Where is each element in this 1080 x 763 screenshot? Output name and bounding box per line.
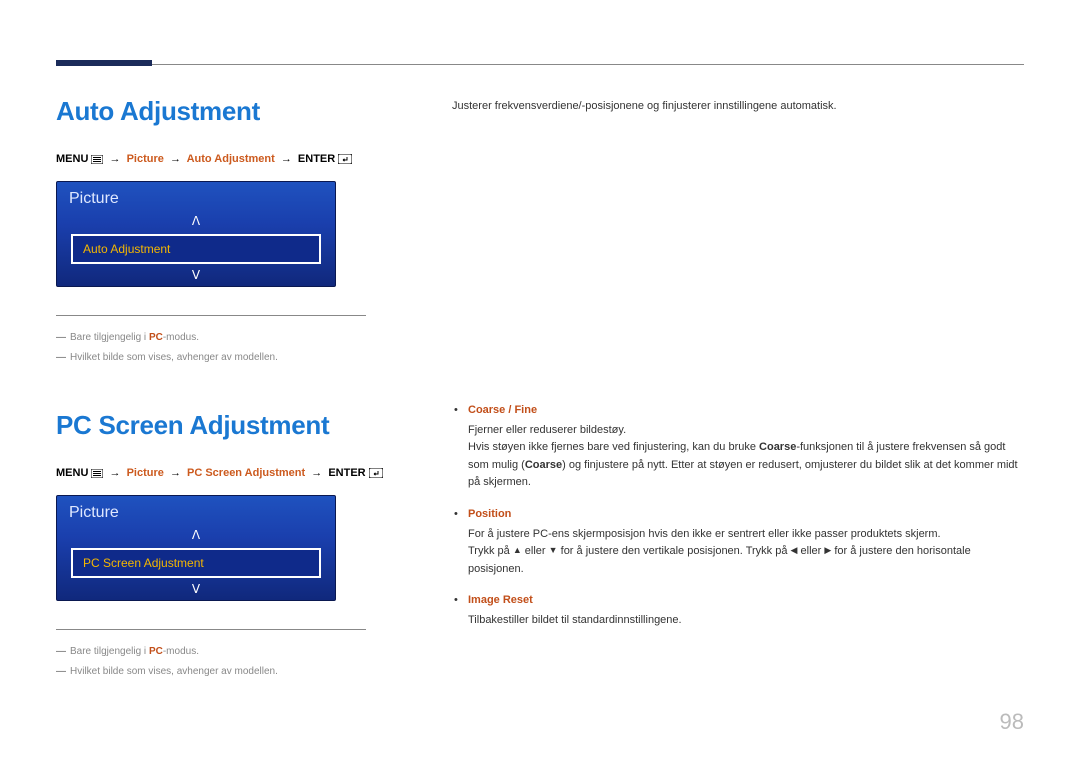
breadcrumb-auto-adjustment: MENU → Picture → Auto Adjustment → ENTER bbox=[56, 153, 426, 167]
right-arrow-icon: ▶ bbox=[824, 543, 831, 557]
page-top-rule bbox=[56, 64, 1024, 65]
breadcrumb-auto-adj: Auto Adjustment bbox=[187, 153, 275, 165]
osd-title: Picture bbox=[57, 496, 335, 526]
footnote-pc-mode: ―Bare tilgjengelig i PC-modus. bbox=[56, 328, 366, 348]
osd-down-icon[interactable]: ᐯ bbox=[57, 266, 335, 286]
osd-down-icon[interactable]: ᐯ bbox=[57, 580, 335, 600]
breadcrumb-enter: ENTER bbox=[298, 153, 335, 165]
osd-up-icon[interactable]: ᐱ bbox=[57, 526, 335, 546]
breadcrumb-arrow: → bbox=[107, 153, 124, 165]
breadcrumb-arrow: → bbox=[107, 467, 124, 479]
footnote-model: ―Hvilket bilde som vises, avhenger av mo… bbox=[56, 662, 366, 682]
breadcrumb-menu: MENU bbox=[56, 153, 88, 165]
menu-icon bbox=[91, 155, 103, 167]
bullet-title: Image Reset bbox=[468, 594, 533, 606]
osd-up-icon[interactable]: ᐱ bbox=[57, 212, 335, 232]
breadcrumb-pc-screen: MENU → Picture → PC Screen Adjustment → … bbox=[56, 467, 426, 481]
breadcrumb-arrow: → bbox=[278, 153, 295, 165]
bullet-list: Coarse / Fine Fjerner eller reduserer bi… bbox=[452, 402, 1022, 630]
bullet-coarse-fine: Coarse / Fine Fjerner eller reduserer bi… bbox=[452, 402, 1022, 492]
page-top-accent bbox=[56, 60, 152, 66]
right-column: Justerer frekvensverdiene/-posisjonene o… bbox=[452, 100, 1022, 644]
breadcrumb-menu: MENU bbox=[56, 467, 88, 479]
menu-icon bbox=[91, 469, 103, 481]
osd-panel-auto-adjustment: Picture ᐱ Auto Adjustment ᐯ bbox=[56, 181, 336, 287]
bullet-body: Fjerner eller reduserer bildestøy. Hvis … bbox=[468, 422, 1022, 492]
bullet-title: Coarse / Fine bbox=[468, 404, 537, 416]
footnote-model: ―Hvilket bilde som vises, avhenger av mo… bbox=[56, 348, 366, 368]
breadcrumb-arrow: → bbox=[308, 467, 325, 479]
breadcrumb-arrow: → bbox=[167, 467, 184, 479]
breadcrumb-enter: ENTER bbox=[328, 467, 365, 479]
footnotes-section2: ―Bare tilgjengelig i PC-modus. ―Hvilket … bbox=[56, 629, 366, 682]
intro-text: Justerer frekvensverdiene/-posisjonene o… bbox=[452, 100, 1022, 112]
left-column: Auto Adjustment MENU → Picture → Auto Ad… bbox=[56, 96, 426, 682]
breadcrumb-picture: Picture bbox=[127, 153, 164, 165]
breadcrumb-arrow: → bbox=[167, 153, 184, 165]
section-heading-pc-screen: PC Screen Adjustment bbox=[56, 410, 426, 441]
section-heading-auto-adjustment: Auto Adjustment bbox=[56, 96, 426, 127]
breadcrumb-picture: Picture bbox=[127, 467, 164, 479]
osd-panel-pc-screen: Picture ᐱ PC Screen Adjustment ᐯ bbox=[56, 495, 336, 601]
osd-item-auto-adjustment[interactable]: Auto Adjustment bbox=[71, 234, 321, 264]
osd-item-pc-screen[interactable]: PC Screen Adjustment bbox=[71, 548, 321, 578]
up-arrow-icon: ▲ bbox=[513, 543, 522, 557]
down-arrow-icon: ▼ bbox=[549, 543, 558, 557]
left-arrow-icon: ◀ bbox=[791, 543, 798, 557]
breadcrumb-pc-screen: PC Screen Adjustment bbox=[187, 467, 305, 479]
bullet-body: For å justere PC-ens skjermposisjon hvis… bbox=[468, 526, 1022, 579]
bullet-image-reset: Image Reset Tilbakestiller bildet til st… bbox=[452, 592, 1022, 629]
footnotes-section1: ―Bare tilgjengelig i PC-modus. ―Hvilket … bbox=[56, 315, 366, 368]
bullet-body: Tilbakestiller bildet til standardinnsti… bbox=[468, 612, 1022, 630]
enter-icon bbox=[338, 154, 352, 167]
bullet-position: Position For å justere PC-ens skjermposi… bbox=[452, 506, 1022, 578]
footnote-pc-mode: ―Bare tilgjengelig i PC-modus. bbox=[56, 642, 366, 662]
osd-title: Picture bbox=[57, 182, 335, 212]
bullet-title: Position bbox=[468, 508, 511, 520]
enter-icon bbox=[369, 468, 383, 481]
page-number: 98 bbox=[1000, 709, 1024, 735]
